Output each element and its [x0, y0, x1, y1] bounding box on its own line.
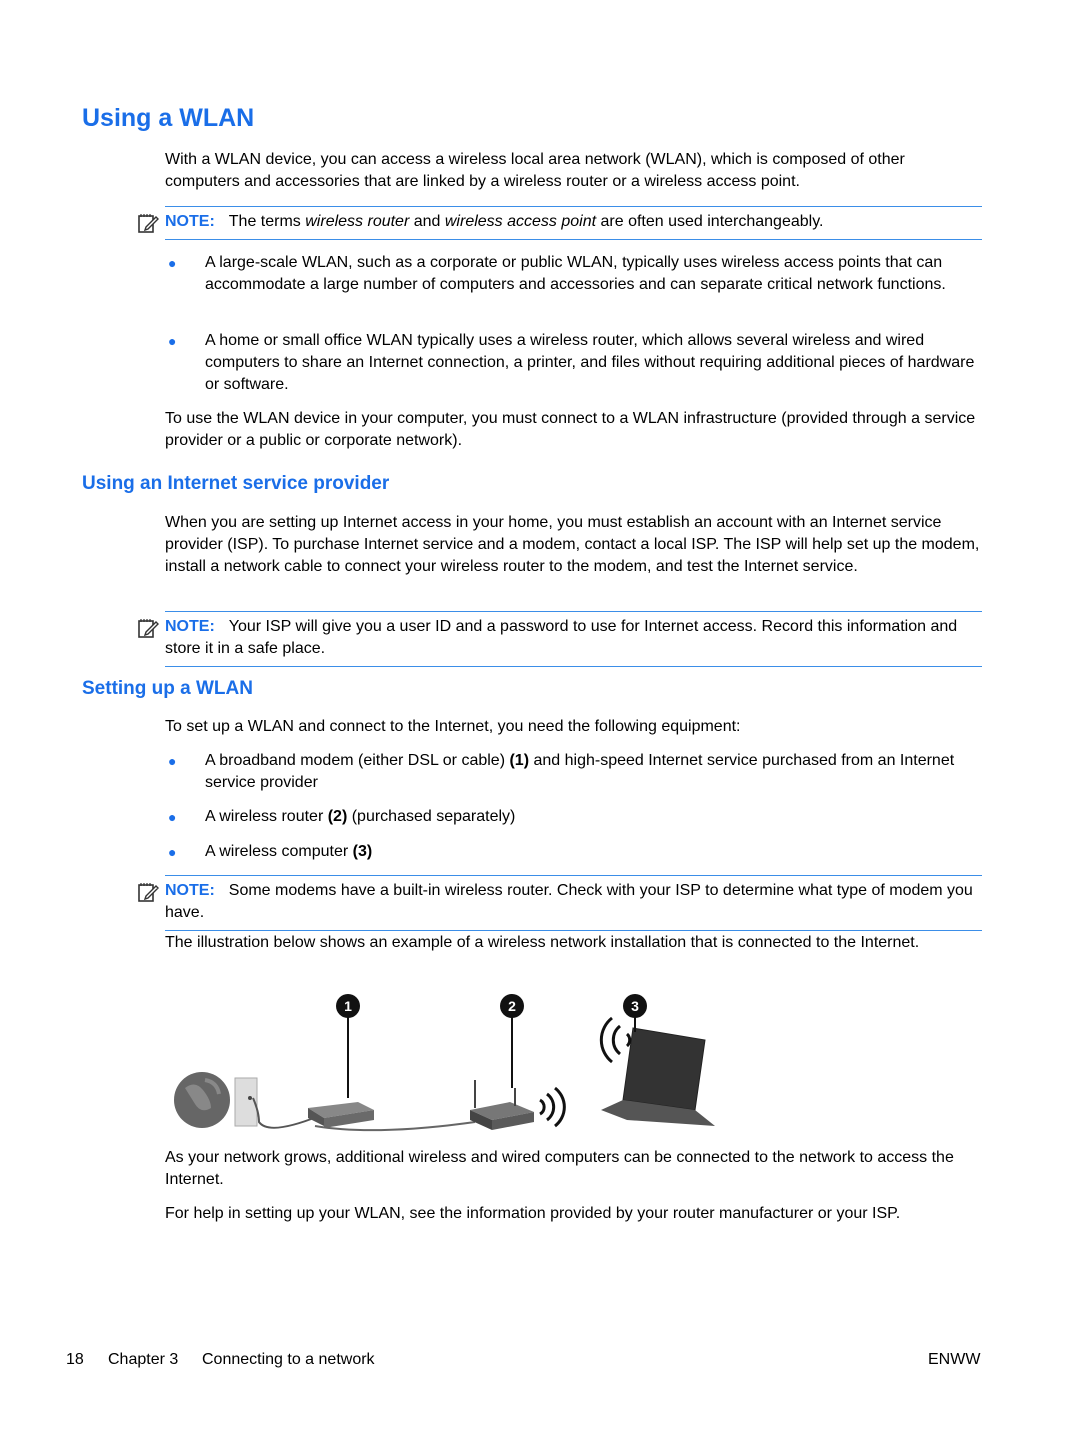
wifi-signal-icon	[539, 1086, 566, 1128]
note-icon	[138, 883, 159, 902]
page-number: 18	[66, 1351, 84, 1368]
bullet-icon: ●	[168, 333, 177, 349]
note-term: wireless router	[305, 213, 410, 230]
bullet-text: A home or small office WLAN typically us…	[205, 332, 975, 393]
laptop-icon	[601, 1027, 715, 1126]
note-text: Your ISP will give you a user ID and a p…	[165, 618, 958, 657]
note-label: NOTE:	[165, 213, 215, 230]
bullet-item: ● A broadband modem (either DSL or cable)…	[165, 750, 980, 794]
callout-label: 3	[631, 998, 639, 1014]
note-text: and	[409, 213, 445, 230]
bullet-item: ● A large-scale WLAN, such as a corporate…	[165, 252, 980, 296]
page-title: Using a WLAN	[82, 104, 255, 132]
router-icon	[470, 1080, 534, 1130]
note-term: wireless access point	[444, 213, 597, 230]
note-box: NOTE: The terms wireless router and wirel…	[138, 206, 982, 240]
bullet-text: A wireless computer	[205, 843, 353, 860]
section-heading-isp: Using an Internet service provider	[82, 473, 390, 494]
bullet-text: A broadband modem (either DSL or cable)	[205, 752, 510, 769]
note-text: are often used interchangeably.	[596, 213, 824, 230]
bullet-text: A large-scale WLAN, such as a corporate …	[205, 254, 946, 293]
chapter-title: Connecting to a network	[202, 1351, 375, 1368]
callout-ref: (3)	[352, 843, 373, 860]
bullet-item: ● A wireless router (2) (purchased separa…	[165, 806, 980, 828]
modem-icon	[308, 1102, 374, 1128]
note-text: Some modems have a built-in wireless rou…	[165, 882, 973, 921]
note-icon	[138, 214, 159, 233]
bullet-icon: ●	[168, 809, 177, 825]
network-illustration: 1 2 3	[174, 994, 715, 1132]
footer-locale: ENWW	[928, 1351, 981, 1368]
section-heading-setup: Setting up a WLAN	[82, 678, 253, 699]
note-icon	[138, 619, 159, 638]
chapter-label: Chapter 3	[108, 1351, 179, 1368]
bullet-icon: ●	[168, 753, 177, 769]
wifi-signal-icon	[599, 1016, 632, 1064]
setup-intro: To set up a WLAN and connect to the Inte…	[165, 718, 741, 735]
intro-paragraph: With a WLAN device, you can access a wir…	[165, 151, 905, 190]
callout-ref: (2)	[327, 808, 348, 825]
callout-ref: (1)	[509, 752, 530, 769]
note-text: The terms	[228, 213, 306, 230]
note-label: NOTE:	[165, 618, 215, 635]
bullet-text: A wireless router	[205, 808, 328, 825]
note-box: NOTE: Your ISP will give you a user ID an…	[138, 611, 982, 667]
isp-paragraph: When you are setting up Internet access …	[165, 514, 980, 575]
callout-label: 2	[508, 998, 516, 1014]
paragraph: As your network grows, additional wirele…	[165, 1149, 954, 1188]
note-box: NOTE: Some modems have a built-in wireles…	[138, 875, 982, 931]
paragraph: To use the WLAN device in your computer,…	[165, 410, 976, 449]
note-label: NOTE:	[165, 882, 215, 899]
illustration-intro: The illustration below shows an example …	[165, 934, 920, 951]
callout-label: 1	[344, 998, 352, 1014]
bullet-text: (purchased separately)	[347, 808, 516, 825]
bullet-icon: ●	[168, 255, 177, 271]
bullet-item: ● A wireless computer (3)	[165, 841, 980, 863]
bullet-icon: ●	[168, 844, 177, 860]
paragraph: For help in setting up your WLAN, see th…	[165, 1205, 901, 1222]
globe-icon	[174, 1072, 230, 1128]
bullet-item: ● A home or small office WLAN typically u…	[165, 330, 980, 396]
